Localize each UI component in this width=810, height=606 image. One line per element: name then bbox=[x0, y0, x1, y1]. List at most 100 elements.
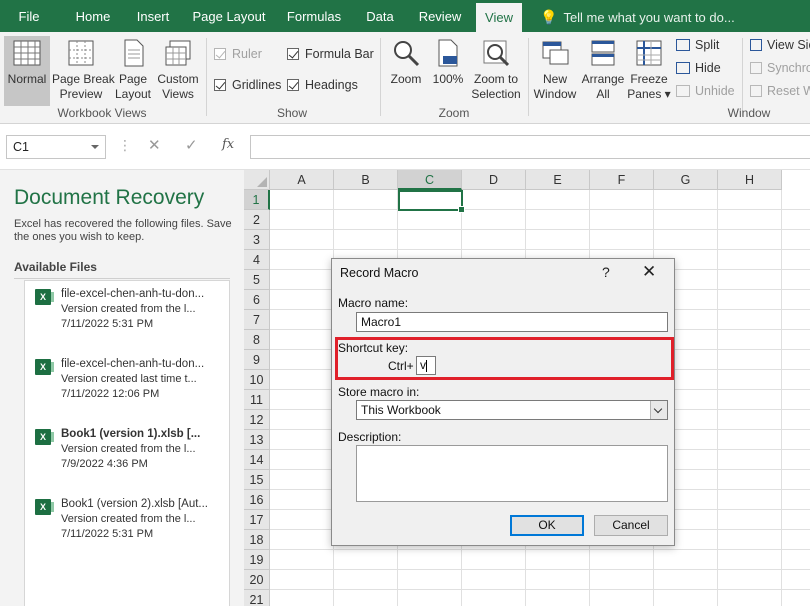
column-header-e[interactable]: E bbox=[526, 170, 590, 190]
recovery-file-item[interactable]: X Book1 (version 2).xlsb [Aut... Version… bbox=[33, 497, 229, 551]
new-window-label-2: Window bbox=[533, 87, 577, 101]
recovery-file-list[interactable]: X file-excel-chen-anh-tu-don... Version … bbox=[24, 280, 230, 606]
column-header-f[interactable]: F bbox=[590, 170, 654, 190]
zoom-button[interactable]: Zoom bbox=[386, 36, 426, 106]
recovery-title: Document Recovery bbox=[14, 186, 205, 209]
cancel-button[interactable]: Cancel bbox=[594, 515, 668, 536]
row-header-7[interactable]: 7 bbox=[244, 310, 270, 330]
unhide-button[interactable]: Unhide bbox=[676, 83, 735, 99]
column-header-a[interactable]: A bbox=[270, 170, 334, 190]
row-header-17[interactable]: 17 bbox=[244, 510, 270, 530]
tab-data[interactable]: Data bbox=[358, 0, 402, 32]
row-header-6[interactable]: 6 bbox=[244, 290, 270, 310]
help-button[interactable]: ? bbox=[602, 264, 610, 280]
formula-input[interactable] bbox=[250, 135, 810, 159]
row-header-20[interactable]: 20 bbox=[244, 570, 270, 590]
row-header-9[interactable]: 9 bbox=[244, 350, 270, 370]
hide-icon bbox=[676, 62, 690, 74]
ruler-checkbox[interactable]: Ruler bbox=[214, 46, 262, 62]
column-header-h[interactable]: H bbox=[718, 170, 782, 190]
row-header-10[interactable]: 10 bbox=[244, 370, 270, 390]
close-icon[interactable]: ✕ bbox=[642, 262, 656, 282]
page-break-preview-button[interactable]: Page Break Preview bbox=[52, 36, 115, 106]
cancel-entry-icon[interactable]: ✕ bbox=[148, 136, 161, 154]
group-divider bbox=[528, 38, 529, 116]
name-box[interactable]: C1 bbox=[6, 135, 106, 159]
row-header-15[interactable]: 15 bbox=[244, 470, 270, 490]
page-break-icon bbox=[68, 40, 94, 66]
file-name: Book1 (version 2).xlsb [Aut... bbox=[61, 498, 209, 510]
formula-bar-checkbox[interactable]: Formula Bar bbox=[287, 46, 374, 62]
grid-line bbox=[717, 190, 718, 606]
file-name: file-excel-chen-anh-tu-don... bbox=[61, 358, 205, 370]
zoom-to-selection-button[interactable]: Zoom to Selection bbox=[470, 36, 522, 106]
freeze-panes-button[interactable]: Freeze Panes ▾ bbox=[626, 36, 672, 106]
hide-button[interactable]: Hide bbox=[676, 60, 721, 76]
synchronous-scrolling-button[interactable]: Synchro bbox=[750, 60, 810, 76]
row-header-8[interactable]: 8 bbox=[244, 330, 270, 350]
select-all-button[interactable] bbox=[244, 170, 270, 190]
active-cell-c1[interactable] bbox=[398, 190, 465, 213]
formula-bar: C1 ⋮ ✕ ✓ fx bbox=[0, 124, 810, 170]
row-header-16[interactable]: 16 bbox=[244, 490, 270, 510]
tab-insert[interactable]: Insert bbox=[128, 0, 178, 32]
enter-entry-icon[interactable]: ✓ bbox=[185, 136, 198, 154]
store-macro-select[interactable]: This Workbook bbox=[356, 400, 668, 420]
arrange-all-button[interactable]: Arrange All bbox=[580, 36, 626, 106]
tab-view[interactable]: View bbox=[476, 3, 522, 32]
zoom-100-button[interactable]: 100% bbox=[430, 36, 466, 106]
column-header-c[interactable]: C bbox=[398, 170, 462, 190]
row-header-18[interactable]: 18 bbox=[244, 530, 270, 550]
reset-window-position-button[interactable]: Reset W bbox=[750, 83, 810, 99]
custom-views-button[interactable]: Custom Views bbox=[156, 36, 200, 106]
tab-home[interactable]: Home bbox=[66, 0, 120, 32]
row-header-4[interactable]: 4 bbox=[244, 250, 270, 270]
grid-line bbox=[270, 229, 810, 230]
row-header-13[interactable]: 13 bbox=[244, 430, 270, 450]
row-header-2[interactable]: 2 bbox=[244, 210, 270, 230]
row-header-19[interactable]: 19 bbox=[244, 550, 270, 570]
row-header-21[interactable]: 21 bbox=[244, 590, 270, 606]
recovery-file-item[interactable]: X file-excel-chen-anh-tu-don... Version … bbox=[33, 357, 229, 411]
ruler-label: Ruler bbox=[232, 47, 262, 61]
tab-formulas[interactable]: Formulas bbox=[282, 0, 346, 32]
row-header-14[interactable]: 14 bbox=[244, 450, 270, 470]
hide-label: Hide bbox=[695, 61, 721, 75]
gridlines-checkbox[interactable]: Gridlines bbox=[214, 77, 281, 93]
description-textarea[interactable] bbox=[356, 445, 668, 502]
recovery-description: Excel has recovered the following files.… bbox=[14, 218, 232, 243]
column-header-d[interactable]: D bbox=[462, 170, 526, 190]
macro-name-input[interactable]: Macro1 bbox=[356, 312, 668, 332]
gridlines-label: Gridlines bbox=[232, 78, 282, 92]
shortcut-key-label: Shortcut key: bbox=[338, 341, 409, 355]
group-label-show: Show bbox=[276, 106, 308, 120]
new-window-button[interactable]: New Window bbox=[532, 36, 578, 106]
tell-me-box[interactable]: 💡 Tell me what you want to do... bbox=[540, 0, 735, 32]
column-header-b[interactable]: B bbox=[334, 170, 398, 190]
ok-button[interactable]: OK bbox=[510, 515, 584, 536]
row-header-1[interactable]: 1 bbox=[244, 190, 270, 210]
column-header-g[interactable]: G bbox=[654, 170, 718, 190]
formula-bar-grip[interactable]: ⋮ bbox=[118, 137, 132, 154]
row-header-11[interactable]: 11 bbox=[244, 390, 270, 410]
recovery-file-item[interactable]: X file-excel-chen-anh-tu-don... Version … bbox=[33, 287, 229, 341]
row-header-3[interactable]: 3 bbox=[244, 230, 270, 250]
view-side-by-side-button[interactable]: View Sic bbox=[750, 37, 810, 53]
split-button[interactable]: Split bbox=[676, 37, 719, 53]
tab-page-layout[interactable]: Page Layout bbox=[188, 0, 270, 32]
row-header-5[interactable]: 5 bbox=[244, 270, 270, 290]
insert-function-button[interactable]: fx bbox=[222, 137, 234, 152]
magnifier-icon bbox=[394, 41, 420, 67]
tab-review[interactable]: Review bbox=[412, 0, 468, 32]
headings-checkbox[interactable]: Headings bbox=[287, 77, 358, 93]
chevron-down-icon[interactable] bbox=[650, 401, 667, 419]
group-divider bbox=[206, 38, 207, 116]
normal-view-button[interactable]: Normal bbox=[4, 36, 50, 106]
recovery-file-item[interactable]: X Book1 (version 1).xlsb [... Version cr… bbox=[33, 427, 229, 481]
tab-file[interactable]: File bbox=[8, 0, 50, 32]
grid-line bbox=[781, 190, 782, 606]
shortcut-key-input[interactable]: v bbox=[416, 356, 436, 375]
chevron-down-icon[interactable] bbox=[91, 145, 99, 149]
row-header-12[interactable]: 12 bbox=[244, 410, 270, 430]
page-layout-view-button[interactable]: Page Layout bbox=[112, 36, 154, 106]
